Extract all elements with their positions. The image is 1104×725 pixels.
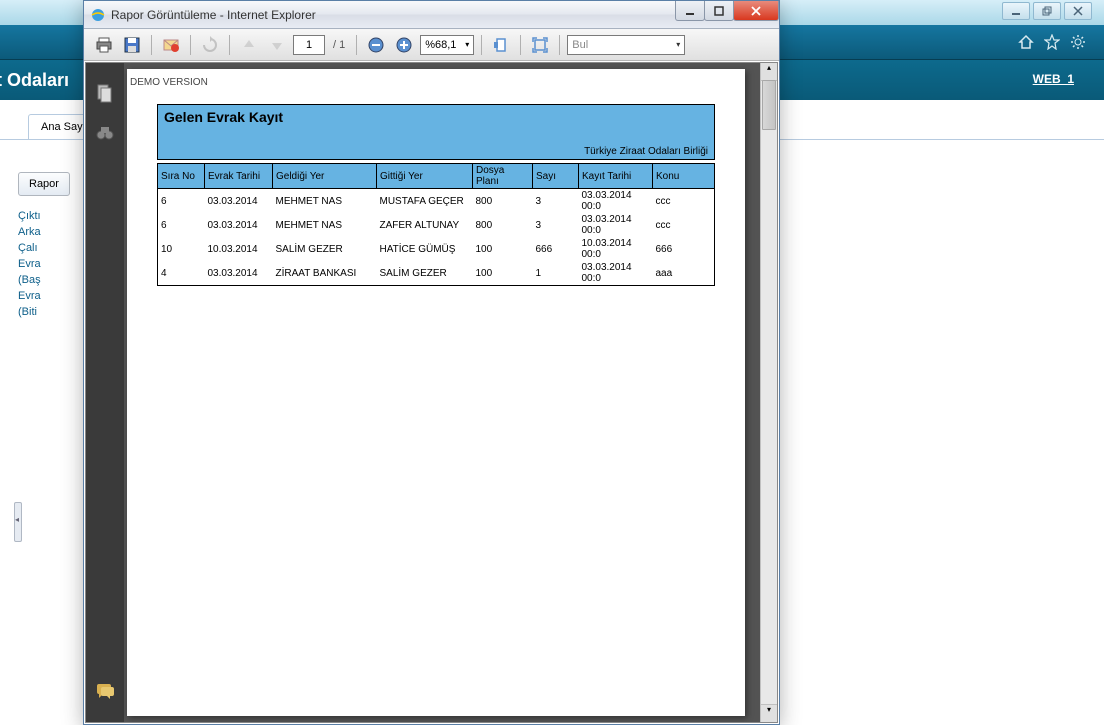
page-area: DEMO VERSION Gelen Evrak Kayıt Türkiye Z… [124, 63, 777, 722]
binoculars-icon[interactable] [95, 123, 115, 143]
page-total: / 1 [329, 39, 349, 51]
fullscreen-icon[interactable] [528, 33, 552, 57]
star-icon[interactable] [1044, 34, 1060, 50]
table-cell: 666 [653, 237, 715, 261]
arrow-up-icon[interactable] [237, 33, 261, 57]
table-cell: 800 [473, 189, 533, 214]
viewer-body: DEMO VERSION Gelen Evrak Kayıt Türkiye Z… [85, 62, 778, 723]
table-cell: 03.03.2014 [205, 189, 273, 214]
table-cell: MEHMET NAS [273, 189, 377, 214]
report-table: Sıra NoEvrak TarihiGeldiği YerGittiği Ye… [157, 163, 715, 286]
table-cell: 03.03.2014 [205, 261, 273, 286]
table-cell: 4 [158, 261, 205, 286]
viewer-sidebar [86, 63, 124, 722]
search-input[interactable]: Bul [567, 35, 685, 55]
bg-close-btn[interactable] [1064, 2, 1092, 20]
arrow-down-icon[interactable] [265, 33, 289, 57]
table-cell: 03.03.2014 00:0 [579, 213, 653, 237]
table-cell: 03.03.2014 00:0 [579, 261, 653, 286]
zoom-in-icon[interactable] [392, 33, 416, 57]
table-cell: MUSTAFA GEÇER [377, 189, 473, 214]
report-header: Gelen Evrak Kayıt Türkiye Ziraat Odaları… [157, 104, 715, 160]
report-page: DEMO VERSION Gelen Evrak Kayıt Türkiye Z… [127, 69, 745, 716]
table-row: 603.03.2014MEHMET NASZAFER ALTUNAY800303… [158, 213, 715, 237]
bg-restore-btn[interactable] [1033, 2, 1061, 20]
vertical-scrollbar[interactable] [760, 63, 777, 722]
ie-titlebar[interactable]: Rapor Görüntüleme - Internet Explorer [84, 1, 779, 29]
home-icon[interactable] [1018, 34, 1034, 50]
table-header: Kayıt Tarihi [579, 164, 653, 189]
table-cell: 6 [158, 213, 205, 237]
ie-close-btn[interactable] [733, 1, 779, 21]
table-row: 603.03.2014MEHMET NASMUSTAFA GEÇER800303… [158, 189, 715, 214]
demo-watermark: DEMO VERSION [130, 77, 715, 88]
table-cell: 10.03.2014 [205, 237, 273, 261]
table-cell: ccc [653, 213, 715, 237]
gear-icon[interactable] [1070, 34, 1086, 50]
save-icon[interactable] [120, 33, 144, 57]
zoom-out-icon[interactable] [364, 33, 388, 57]
table-header: Geldiği Yer [273, 164, 377, 189]
refresh-icon[interactable] [198, 33, 222, 57]
table-header: Sayı [533, 164, 579, 189]
ie-logo-icon [90, 7, 106, 23]
table-cell: ZAFER ALTUNAY [377, 213, 473, 237]
report-org: Türkiye Ziraat Odaları Birliği [584, 146, 708, 157]
table-cell: HATİCE GÜMÜŞ [377, 237, 473, 261]
table-cell: 800 [473, 213, 533, 237]
table-cell: SALİM GEZER [273, 237, 377, 261]
table-row: 1010.03.2014SALİM GEZERHATİCE GÜMÜŞ10066… [158, 237, 715, 261]
table-header: Konu [653, 164, 715, 189]
table-header: Evrak Tarihi [205, 164, 273, 189]
table-header: Sıra No [158, 164, 205, 189]
scrollbar-thumb[interactable] [762, 80, 776, 130]
table-cell: 666 [533, 237, 579, 261]
zoom-dropdown[interactable]: %68,1 [420, 35, 474, 55]
report-title: Gelen Evrak Kayıt [164, 109, 708, 125]
table-header: Gittiği Yer [377, 164, 473, 189]
ie-window: Rapor Görüntüleme - Internet Explorer / … [83, 0, 780, 725]
chat-icon[interactable] [95, 682, 115, 702]
bg-header-title: t Odaları [0, 70, 69, 91]
table-cell: 100 [473, 261, 533, 286]
ie-minimize-btn[interactable] [675, 1, 705, 21]
table-cell: ccc [653, 189, 715, 214]
table-cell: 10 [158, 237, 205, 261]
page-input[interactable] [293, 35, 325, 55]
bg-web-id-link[interactable]: WEB_1 [1033, 72, 1074, 86]
table-cell: 100 [473, 237, 533, 261]
report-toolbar: / 1 %68,1 Bul [84, 29, 779, 61]
table-cell: 1 [533, 261, 579, 286]
table-cell: 3 [533, 189, 579, 214]
table-cell: 6 [158, 189, 205, 214]
print-icon[interactable] [92, 33, 116, 57]
email-icon[interactable] [159, 33, 183, 57]
bg-minimize-btn[interactable] [1002, 2, 1030, 20]
table-cell: 3 [533, 213, 579, 237]
table-cell: 03.03.2014 00:0 [579, 189, 653, 214]
collapse-handle[interactable] [14, 502, 22, 542]
table-cell: 10.03.2014 00:0 [579, 237, 653, 261]
fit-width-icon[interactable] [489, 33, 513, 57]
ie-maximize-btn[interactable] [704, 1, 734, 21]
ie-window-title: Rapor Görüntüleme - Internet Explorer [111, 8, 316, 22]
table-header: Dosya Planı [473, 164, 533, 189]
bg-rapor-button[interactable]: Rapor [18, 172, 70, 196]
table-row: 403.03.2014ZİRAAT BANKASISALİM GEZER1001… [158, 261, 715, 286]
table-cell: ZİRAAT BANKASI [273, 261, 377, 286]
pages-thumbnail-icon[interactable] [95, 83, 115, 103]
table-cell: SALİM GEZER [377, 261, 473, 286]
table-cell: MEHMET NAS [273, 213, 377, 237]
table-cell: aaa [653, 261, 715, 286]
table-cell: 03.03.2014 [205, 213, 273, 237]
